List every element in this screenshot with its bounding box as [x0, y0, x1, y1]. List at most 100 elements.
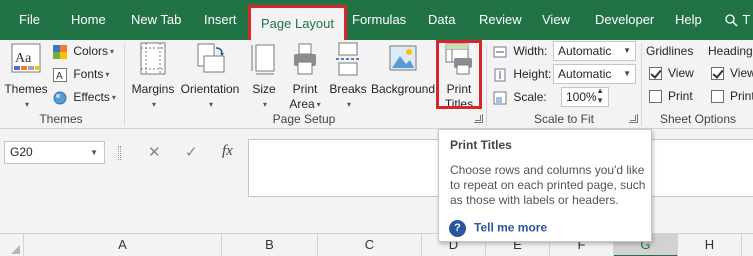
themes-button[interactable]: Aa Themes ▾: [4, 42, 48, 112]
colors-button[interactable]: Colors ▾: [53, 41, 114, 61]
tab-help[interactable]: Help: [675, 0, 702, 40]
name-box[interactable]: G20 ▼: [4, 141, 105, 164]
headings-view-label: View: [730, 66, 753, 80]
margins-icon: [140, 42, 166, 75]
gridlines-heading: Gridlines: [646, 44, 694, 58]
svg-text:A: A: [56, 71, 63, 82]
tab-file[interactable]: File: [19, 0, 40, 40]
width-label: Width:: [513, 44, 548, 58]
chevron-down-icon: ▼: [623, 46, 631, 55]
svg-text:Aa: Aa: [15, 51, 32, 66]
breaks-button[interactable]: Breaks ▾: [328, 42, 368, 112]
scale-to-fit-launcher-icon[interactable]: [629, 114, 638, 123]
width-icon: [493, 46, 507, 58]
chevron-down-icon: ▾: [316, 100, 321, 110]
drag-handle[interactable]: [118, 146, 121, 160]
tab-insert[interactable]: Insert: [204, 0, 237, 40]
column-header-h[interactable]: H: [678, 234, 742, 256]
height-label: Height:: [513, 67, 552, 81]
background-button[interactable]: Background: [370, 42, 436, 97]
width-row: Width:: [493, 41, 547, 61]
tab-developer[interactable]: Developer: [595, 0, 654, 40]
width-select[interactable]: Automatic ▼: [553, 41, 636, 61]
chevron-down-icon: ▾: [346, 100, 351, 109]
enter-icon[interactable]: ✓: [185, 143, 198, 161]
effects-button[interactable]: Effects ▾: [53, 87, 116, 107]
height-value: Automatic: [558, 67, 612, 81]
tooltip-body: Choose rows and columns you'd like to re…: [450, 163, 646, 207]
sheet-options-group-label: Sheet Options: [659, 112, 737, 126]
breaks-label: Breaks: [329, 82, 367, 96]
chevron-down-icon: ▾: [24, 100, 29, 109]
chevron-down-icon: ▾: [208, 100, 213, 109]
headings-heading: Heading: [708, 44, 753, 58]
group-divider: [124, 44, 125, 126]
checkbox-checked-icon: [711, 67, 724, 81]
margins-button[interactable]: Margins ▾: [128, 42, 178, 112]
column-header-c[interactable]: C: [318, 234, 422, 256]
ribbon: Aa Themes ▾ Colors ▾ A Fonts ▾ Effects ▾ Th…: [0, 40, 753, 129]
print-titles-tooltip: Print Titles Choose rows and columns you…: [438, 129, 652, 242]
colors-label: Colors: [73, 44, 109, 58]
chevron-down-icon: ▾: [110, 46, 115, 56]
chevron-down-icon: ▾: [262, 100, 267, 109]
tooltip-title: Print Titles: [450, 138, 512, 152]
scale-spinner[interactable]: 100% ▲ ▼: [561, 86, 609, 107]
tell-me-icon[interactable]: T: [725, 0, 750, 40]
width-value: Automatic: [558, 44, 612, 58]
name-box-value: G20: [10, 145, 33, 159]
insert-function-icon[interactable]: fx: [222, 143, 233, 160]
spinner-arrows-icon[interactable]: ▲ ▼: [596, 86, 604, 106]
height-select[interactable]: Automatic ▼: [553, 64, 636, 84]
tab-formulas[interactable]: Formulas: [352, 0, 406, 40]
chevron-down-icon: ▾: [151, 100, 156, 109]
group-divider: [486, 44, 487, 126]
headings-print-checkbox[interactable]: Print: [711, 86, 753, 106]
headings-view-checkbox[interactable]: View: [711, 63, 753, 83]
column-header-a[interactable]: A: [24, 234, 222, 256]
effects-label: Effects: [73, 90, 110, 104]
printer-icon: [294, 43, 316, 75]
height-icon: [494, 68, 506, 82]
fonts-label: Fonts: [73, 67, 104, 81]
tab-view[interactable]: View: [542, 0, 570, 40]
checkbox-checked-icon: [649, 67, 662, 81]
fonts-button[interactable]: A Fonts ▾: [53, 64, 109, 84]
group-divider: [641, 44, 642, 126]
page-setup-launcher-icon[interactable]: [474, 114, 483, 123]
print-area-label-line1: Print: [292, 82, 318, 96]
print-area-button[interactable]: Print Area ▾: [286, 42, 324, 112]
colors-icon: [53, 44, 67, 59]
print-titles-highlight: [436, 40, 482, 109]
cancel-icon[interactable]: ✕: [148, 143, 161, 161]
background-label: Background: [370, 82, 436, 96]
orientation-button[interactable]: Orientation ▾: [178, 42, 242, 112]
gridlines-print-checkbox[interactable]: Print: [649, 86, 693, 106]
tab-home[interactable]: Home: [71, 0, 106, 40]
tab-new-tab[interactable]: New Tab: [131, 0, 181, 40]
orientation-label: Orientation: [180, 82, 240, 96]
tab-page-layout[interactable]: Page Layout: [248, 5, 348, 40]
height-row: Height:: [493, 64, 551, 84]
ribbon-tab-bar: File Home New Tab Insert Page Layout For…: [0, 0, 753, 40]
themes-group-label: Themes: [39, 112, 83, 126]
tell-me-more-label: Tell me more: [474, 220, 548, 235]
checkbox-unchecked-icon: [649, 90, 662, 104]
column-header-b[interactable]: B: [222, 234, 318, 256]
fonts-icon: A: [53, 67, 67, 82]
scale-icon: [493, 91, 507, 105]
help-icon: ?: [449, 220, 466, 237]
tab-data[interactable]: Data: [428, 0, 455, 40]
gridlines-view-checkbox[interactable]: View: [649, 63, 694, 83]
tell-me-more-link[interactable]: ? Tell me more: [449, 220, 547, 237]
chevron-down-icon: ▾: [111, 92, 116, 102]
page-setup-group-label: Page Setup: [272, 112, 336, 126]
gridlines-view-label: View: [668, 66, 694, 80]
gridlines-print-label: Print: [668, 89, 693, 103]
tell-me-label: T: [742, 12, 751, 27]
select-all-button[interactable]: [0, 234, 24, 256]
themes-label: Themes: [4, 82, 48, 96]
size-button[interactable]: Size ▾: [246, 42, 282, 112]
margins-label: Margins: [131, 82, 175, 96]
tab-review[interactable]: Review: [479, 0, 522, 40]
